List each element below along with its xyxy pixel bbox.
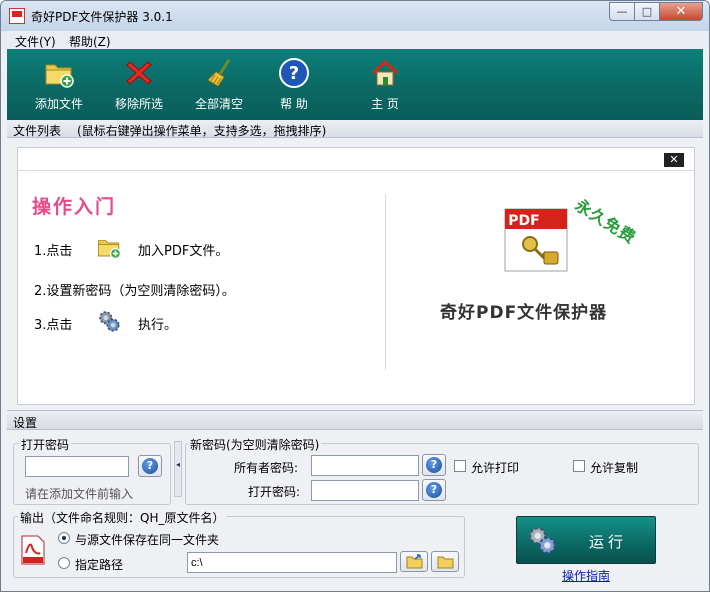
- pdf-key-logo-icon: PDF: [504, 208, 568, 272]
- new-open-password-input[interactable]: [311, 480, 419, 501]
- divider: [18, 170, 694, 171]
- run-label: 运行: [589, 533, 628, 551]
- toolbar: 添加文件 移除所选 全部清空 ? 帮 助 主 页: [7, 49, 703, 120]
- free-badge: 永久免费: [571, 195, 640, 248]
- browse-folder-button[interactable]: [400, 551, 428, 572]
- step1-suffix: 加入PDF文件。: [138, 244, 229, 259]
- clear-all-button[interactable]: 全部清空: [179, 49, 259, 120]
- close-icon: ✕: [675, 4, 687, 19]
- menu-file[interactable]: 文件(Y): [15, 33, 56, 50]
- maximize-button[interactable]: □: [635, 2, 660, 21]
- folder-arrow-icon: [406, 554, 423, 569]
- gears-icon: [529, 527, 556, 554]
- help-icon: ?: [426, 457, 442, 473]
- clear-all-label: 全部清空: [194, 97, 243, 111]
- file-list-hint: (鼠标右键弹出操作菜单，支持多选，拖拽排序): [77, 124, 327, 138]
- open-folder-button[interactable]: [431, 551, 459, 572]
- step2-text: 2.设置新密码（为空则清除密码）。: [34, 284, 235, 299]
- new-password-legend: 新密码(为空则清除密码): [188, 436, 322, 453]
- run-button[interactable]: 运行: [516, 516, 656, 564]
- help-icon: ?: [426, 482, 442, 498]
- output-custom-path-label: 指定路径: [75, 558, 124, 572]
- home-label: 主 页: [371, 97, 399, 111]
- add-file-button[interactable]: 添加文件: [19, 49, 99, 120]
- help-label: 帮 助: [280, 97, 308, 111]
- panel-close-button[interactable]: ✕: [664, 153, 684, 167]
- svg-text:?: ?: [289, 63, 299, 84]
- app-window: 奇好PDF文件保护器 3.0.1 — □ ✕ 文件(Y) 帮助(Z) 添加文件 …: [0, 0, 710, 592]
- file-list-header: 文件列表 (鼠标右键弹出操作菜单，支持多选，拖拽排序): [7, 120, 703, 138]
- remove-selected-label: 移除所选: [114, 97, 163, 111]
- folder-icon: [437, 556, 454, 569]
- panel-splitter[interactable]: ◂: [174, 441, 182, 497]
- close-button[interactable]: ✕: [660, 2, 703, 21]
- home-button[interactable]: 主 页: [345, 49, 425, 120]
- help-icon: ?: [142, 458, 158, 474]
- step3-prefix: 3.点击: [34, 318, 73, 333]
- divider: [385, 194, 386, 370]
- add-folder-icon: [98, 240, 121, 259]
- settings-header: 设置: [7, 410, 703, 430]
- title-bar: 奇好PDF文件保护器 3.0.1 — □ ✕: [1, 1, 709, 31]
- allow-copy-label: 允许复制: [590, 461, 639, 475]
- allow-copy-checkbox[interactable]: [573, 460, 585, 472]
- guide-title: 操作入门: [32, 196, 117, 218]
- output-same-folder-label: 与源文件保存在同一文件夹: [75, 533, 220, 547]
- open-password-hint: 请在添加文件前输入: [25, 487, 134, 501]
- open-password-input[interactable]: [25, 456, 129, 477]
- remove-selected-button[interactable]: 移除所选: [99, 49, 179, 120]
- output-custom-path-radio[interactable]: [58, 557, 70, 569]
- add-folder-icon: [45, 64, 74, 88]
- app-icon: [9, 8, 25, 24]
- home-icon: [371, 59, 399, 86]
- open-password-label: 打开密码:: [248, 485, 301, 499]
- settings-label: 设置: [13, 416, 38, 430]
- window-title: 奇好PDF文件保护器 3.0.1: [31, 10, 173, 24]
- help-button[interactable]: ? 帮 助: [254, 49, 334, 120]
- operation-guide-link[interactable]: 操作指南: [562, 567, 610, 584]
- window-controls: — □ ✕: [609, 2, 703, 21]
- output-legend: 输出（文件命名规则：QH_原文件名）: [18, 509, 227, 526]
- broom-icon: [207, 59, 231, 87]
- open-password-help-button[interactable]: ?: [138, 455, 162, 477]
- new-open-password-help-button[interactable]: ?: [422, 479, 446, 501]
- output-path-input[interactable]: [187, 552, 397, 573]
- maximize-icon: □: [641, 5, 653, 18]
- open-password-legend: 打开密码: [19, 436, 72, 453]
- pdf-logo-text: PDF: [508, 213, 539, 229]
- minimize-icon: —: [616, 5, 628, 18]
- allow-print-checkbox[interactable]: [454, 460, 466, 472]
- gears-icon: [99, 311, 120, 332]
- owner-password-input[interactable]: [311, 455, 419, 476]
- minimize-button[interactable]: —: [609, 2, 635, 21]
- product-name: 奇好PDF文件保护器: [440, 303, 608, 323]
- step3-suffix: 执行。: [138, 318, 178, 333]
- file-list-label: 文件列表: [13, 124, 62, 138]
- splitter-handle-icon: ◂: [175, 460, 180, 469]
- add-file-label: 添加文件: [34, 97, 83, 111]
- menu-bar: 文件(Y) 帮助(Z): [1, 31, 709, 49]
- red-x-icon: [126, 61, 152, 85]
- close-icon: ✕: [669, 153, 679, 166]
- allow-print-label: 允许打印: [471, 461, 520, 475]
- file-list-panel[interactable]: ✕ 操作入门 1.点击 加入PDF文件。 2.设置新密码（为空则清除密码）。 3…: [17, 147, 695, 405]
- menu-help[interactable]: 帮助(Z): [69, 33, 111, 50]
- owner-password-help-button[interactable]: ?: [422, 454, 446, 476]
- output-same-folder-radio[interactable]: [58, 532, 70, 544]
- help-icon: ?: [279, 58, 309, 88]
- owner-password-label: 所有者密码:: [234, 461, 299, 475]
- pdf-file-icon: [21, 535, 45, 565]
- step1-prefix: 1.点击: [34, 244, 73, 259]
